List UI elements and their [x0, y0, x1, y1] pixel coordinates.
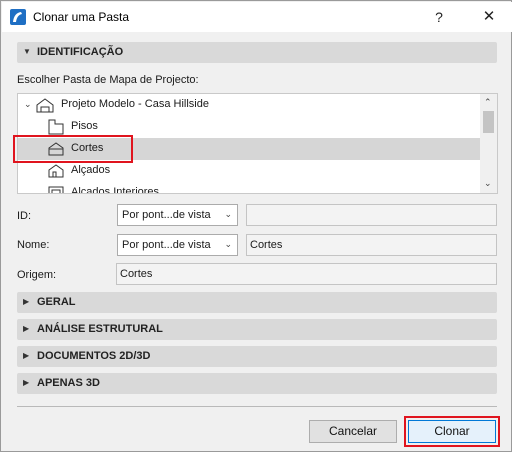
section-identification-label: IDENTIFICAÇÃO	[37, 46, 124, 58]
expand-triangle-icon: ▶	[23, 378, 30, 387]
close-button[interactable]: ✕	[478, 7, 500, 27]
chevron-down-icon: ⌄	[224, 209, 232, 219]
name-source-dropdown[interactable]: Por pont...de vista ⌄	[117, 234, 238, 256]
section-label: ANÁLISE ESTRUTURAL	[37, 323, 163, 335]
help-button[interactable]: ?	[428, 7, 450, 27]
footer-divider	[17, 406, 497, 407]
section-geral[interactable]: ▶ GERAL	[17, 292, 497, 313]
tree-item-label: Alçados	[71, 164, 111, 176]
elevation-icon	[48, 164, 64, 178]
choose-folder-label: Escolher Pasta de Mapa de Projecto:	[17, 74, 199, 86]
section-identification[interactable]: ▼ IDENTIFICAÇÃO	[17, 42, 497, 63]
section-documentos-2d-3d[interactable]: ▶ DOCUMENTOS 2D/3D	[17, 346, 497, 367]
expand-triangle-icon: ▶	[23, 297, 30, 306]
cancel-button[interactable]: Cancelar	[309, 420, 397, 443]
name-field-value: Cortes	[250, 239, 283, 251]
tree-item-label: Pisos	[71, 120, 98, 132]
chevron-down-icon[interactable]: ⌄	[24, 99, 32, 110]
collapse-triangle-icon: ▼	[23, 47, 31, 56]
highlight-box-clone	[404, 416, 500, 447]
tree-item-label: Projeto Modelo - Casa Hillside	[61, 98, 209, 110]
scroll-up-arrow-icon[interactable]: ⌃	[484, 97, 492, 108]
archicad-app-icon	[10, 9, 26, 25]
tree-item-label: Alçados Interiores	[71, 186, 160, 194]
origin-label: Origem:	[17, 269, 57, 281]
dialog-window: Clonar uma Pasta ? ✕ ▼ IDENTIFICAÇÃO Esc…	[0, 0, 512, 452]
tree-item-alcados[interactable]: Alçados	[18, 160, 480, 182]
tree-scrollbar[interactable]: ⌃ ⌄	[480, 94, 497, 193]
project-house-icon	[36, 98, 54, 113]
section-label: GERAL	[37, 296, 76, 308]
section-label: APENAS 3D	[37, 377, 100, 389]
name-label: Nome:	[17, 239, 50, 251]
origin-field-value: Cortes	[120, 268, 153, 280]
title-bar: Clonar uma Pasta ? ✕	[2, 2, 512, 32]
tree-item-alcados-interiores[interactable]: Alçados Interiores	[18, 182, 480, 194]
interior-elevation-icon	[48, 186, 64, 193]
expand-triangle-icon: ▶	[23, 351, 30, 360]
chevron-down-icon: ⌄	[224, 239, 232, 249]
origin-field: Cortes	[116, 263, 497, 285]
id-field[interactable]	[246, 204, 497, 226]
window-title: Clonar uma Pasta	[33, 10, 130, 24]
highlight-box-cortes	[13, 135, 133, 163]
section-analise-estrutural[interactable]: ▶ ANÁLISE ESTRUTURAL	[17, 319, 497, 340]
id-label: ID:	[17, 210, 32, 222]
scroll-thumb[interactable]	[483, 111, 494, 133]
floor-plan-icon	[48, 119, 64, 135]
tree-item-root[interactable]: ⌄ Projeto Modelo - Casa Hillside	[18, 94, 480, 116]
section-apenas-3d[interactable]: ▶ APENAS 3D	[17, 373, 497, 394]
scroll-down-arrow-icon[interactable]: ⌄	[484, 178, 492, 189]
dropdown-value: Por pont...de vista	[122, 209, 211, 221]
section-label: DOCUMENTOS 2D/3D	[37, 350, 151, 362]
expand-triangle-icon: ▶	[23, 324, 30, 333]
dropdown-value: Por pont...de vista	[122, 239, 211, 251]
id-source-dropdown[interactable]: Por pont...de vista ⌄	[117, 204, 238, 226]
name-field[interactable]: Cortes	[246, 234, 497, 256]
